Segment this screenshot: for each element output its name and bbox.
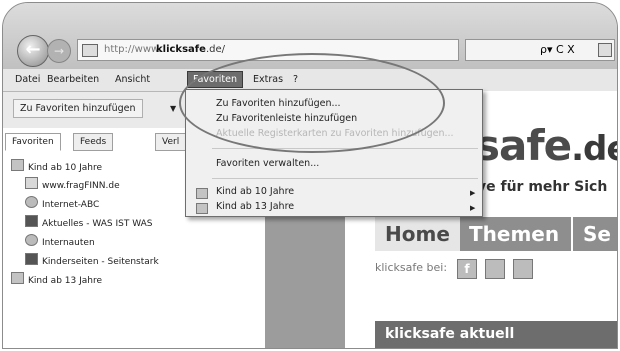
browser-window: ← → http://www. klicksafe .de/ ρ▾ C X Da…	[2, 2, 618, 349]
arrow-right-icon: →	[53, 44, 65, 58]
list-item[interactable]: Kind ab 13 Jahre	[11, 272, 102, 286]
facebook-icon[interactable]: f	[457, 259, 477, 279]
list-item[interactable]: Kinderseiten - Seitenstark	[25, 253, 159, 267]
favorites-menu: Zu Favoriten hinzufügen... Zu Favoritenl…	[185, 89, 483, 217]
list-item[interactable]: Internauten	[25, 234, 95, 248]
title-bar: ← → http://www. klicksafe .de/ ρ▾ C X	[3, 3, 617, 69]
address-controls[interactable]: ρ▾ C X	[465, 39, 615, 61]
site-tagline: ve für mehr Sich	[477, 179, 608, 195]
nav-more[interactable]: Se	[571, 217, 617, 251]
folder-icon	[196, 188, 208, 199]
menu-add-favorite[interactable]: Zu Favoriten hinzufügen...	[216, 98, 341, 109]
social-icon[interactable]	[485, 259, 505, 279]
search-refresh-stop-icons[interactable]: ρ▾ C X	[540, 40, 575, 60]
globe-icon	[25, 234, 38, 246]
url-domain: klicksafe	[156, 44, 206, 55]
folder-icon	[11, 272, 24, 284]
menu-extras[interactable]: Extras	[249, 73, 287, 86]
favicon-icon	[82, 44, 98, 57]
tab-favoriten[interactable]: Favoriten	[5, 133, 61, 151]
menu-add-favorites-bar[interactable]: Zu Favoritenleiste hinzufügen	[216, 113, 357, 124]
folder-icon	[11, 159, 24, 171]
globe-icon	[25, 196, 38, 208]
menu-datei[interactable]: Datei	[11, 73, 44, 86]
menu-manage-favorites[interactable]: Favoriten verwalten...	[216, 158, 319, 169]
menu-folder-kind-10[interactable]: Kind ab 10 Jahre	[216, 186, 294, 197]
menu-separator	[212, 178, 478, 179]
menu-separator	[212, 148, 478, 149]
list-item[interactable]: Kind ab 10 Jahre	[11, 159, 102, 173]
site-navigation: Home Themen Se	[375, 217, 617, 251]
site-logo[interactable]: safe.de	[475, 121, 617, 170]
menu-bearbeiten[interactable]: Bearbeiten	[43, 73, 103, 86]
social-label: klicksafe bei:	[375, 261, 448, 274]
list-item[interactable]: Aktuelles - WAS IST WAS	[25, 215, 152, 229]
back-button[interactable]: ←	[17, 35, 49, 67]
menu-folder-kind-13[interactable]: Kind ab 13 Jahre	[216, 201, 294, 212]
arrow-left-icon: ←	[25, 39, 41, 60]
chevron-down-icon[interactable]: ▼	[170, 104, 176, 113]
url-suffix: .de/	[206, 44, 226, 55]
menu-help[interactable]: ?	[289, 73, 302, 86]
page-icon	[25, 215, 38, 227]
page-icon	[25, 177, 38, 189]
list-item[interactable]: www.fragFINN.de	[25, 177, 120, 191]
list-item[interactable]: Internet-ABC	[25, 196, 99, 210]
add-to-favorites-button[interactable]: Zu Favoriten hinzufügen	[13, 99, 143, 118]
tab-verlauf[interactable]: Verl	[155, 133, 187, 151]
news-header: klicksafe aktuell	[375, 321, 617, 348]
nav-home[interactable]: Home	[375, 217, 460, 251]
chevron-right-icon: ▶	[470, 189, 476, 197]
menu-add-tabs-favorites[interactable]: Aktuelle Registerkarten zu Favoriten hin…	[216, 128, 454, 139]
nav-themen[interactable]: Themen	[459, 217, 569, 251]
forward-button[interactable]: →	[47, 39, 71, 63]
menu-ansicht[interactable]: Ansicht	[111, 73, 154, 86]
address-bar[interactable]: http://www. klicksafe .de/	[77, 39, 459, 61]
new-tab-icon[interactable]	[598, 43, 612, 57]
social-icon[interactable]	[513, 259, 533, 279]
folder-icon	[196, 203, 208, 214]
menu-favoriten[interactable]: Favoriten	[187, 71, 243, 88]
tab-feeds[interactable]: Feeds	[73, 133, 114, 151]
url-prefix: http://www.	[104, 44, 162, 55]
chevron-right-icon: ▶	[470, 204, 476, 212]
page-icon	[25, 253, 38, 265]
